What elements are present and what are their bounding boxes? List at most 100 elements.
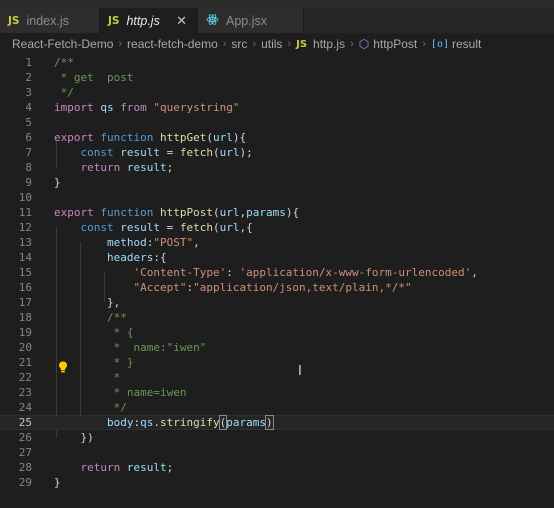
line-number: 20 <box>18 341 32 354</box>
code-text: method:"POST", <box>54 235 200 250</box>
code-line[interactable]: 11 export function httpPost(url,params){ <box>0 205 554 220</box>
code-line[interactable]: 15 'Content-Type': 'application/x-www-fo… <box>0 265 554 280</box>
code-token: method <box>106 236 147 249</box>
code-text: * get post <box>54 70 134 85</box>
code-token: * { <box>113 326 134 339</box>
code-line[interactable]: 10 <box>0 190 554 205</box>
breadcrumb-item[interactable]: http.js <box>313 37 345 51</box>
breadcrumb: React-Fetch-Demo › react-fetch-demo › sr… <box>0 33 554 55</box>
code-line[interactable]: 29} <box>0 475 554 490</box>
line-number: 13 <box>18 236 32 249</box>
code-token: ( <box>206 131 213 144</box>
code-line[interactable]: 12 const result = fetch(url,{ <box>0 220 554 235</box>
code-line[interactable]: 24 */ <box>0 400 554 415</box>
code-token: ){ <box>232 131 247 144</box>
text-cursor-icon: I <box>298 364 302 379</box>
code-token: * name:"iwen" <box>113 341 207 354</box>
js-file-icon: JS <box>8 14 20 27</box>
code-line[interactable]: 25 body:qs.stringify(params) <box>0 415 554 430</box>
code-line[interactable]: 2 * get post <box>0 70 554 85</box>
code-token: function <box>100 206 154 219</box>
lightbulb-icon[interactable] <box>58 361 68 373</box>
chevron-right-icon: › <box>222 38 227 50</box>
code-text: /** <box>54 310 127 325</box>
tab-index-js[interactable]: JS index.js <box>0 8 100 33</box>
code-line[interactable]: 21 * } <box>0 355 554 370</box>
code-text: export function httpPost(url,params){ <box>54 205 299 220</box>
line-number: 11 <box>18 206 32 219</box>
code-token: qs <box>100 101 114 114</box>
breadcrumb-item[interactable]: React-Fetch-Demo <box>12 37 113 51</box>
breadcrumb-item[interactable]: httpPost <box>373 37 417 51</box>
line-number: 10 <box>18 191 32 204</box>
code-text: headers:{ <box>54 250 167 265</box>
code-line[interactable]: 8 return result; <box>0 160 554 175</box>
code-line[interactable]: 20 * name:"iwen" <box>0 340 554 355</box>
line-number: 12 <box>18 221 32 234</box>
breadcrumb-item[interactable]: utils <box>261 37 282 51</box>
code-token: = <box>160 221 180 234</box>
code-line[interactable]: 28 return result; <box>0 460 554 475</box>
tab-app-jsx[interactable]: App.jsx <box>198 8 304 33</box>
line-number: 18 <box>18 311 32 324</box>
code-line[interactable]: 14 headers:{ <box>0 250 554 265</box>
code-line[interactable]: 7 const result = fetch(url); <box>0 145 554 160</box>
breadcrumb-item[interactable]: src <box>231 37 247 51</box>
js-file-icon: JS <box>108 14 120 27</box>
js-file-icon: JS <box>296 38 308 50</box>
code-token: } <box>54 476 61 489</box>
code-token: * } <box>113 356 134 369</box>
code-line[interactable]: 3 */ <box>0 85 554 100</box>
tab-bar-empty-space <box>304 8 554 33</box>
code-token: ( <box>213 221 220 234</box>
code-line[interactable]: 1 /** <box>0 55 554 70</box>
code-line[interactable]: 16 "Accept":"application/json,text/plain… <box>0 280 554 295</box>
code-token: qs <box>140 416 154 429</box>
code-text: return result; <box>54 460 174 475</box>
code-text: } <box>54 175 61 190</box>
line-number: 16 <box>18 281 32 294</box>
code-line[interactable]: 22 * <box>0 370 554 385</box>
code-line[interactable]: 26 }) <box>0 430 554 445</box>
code-token: /** <box>106 311 127 324</box>
line-number: 22 <box>18 371 32 384</box>
code-token: const <box>80 221 114 234</box>
code-token: = <box>160 146 180 159</box>
code-editor[interactable]: 1/** 2 * get post 3 */4 import qs from "que… <box>0 54 554 508</box>
code-line[interactable]: 13 method:"POST", <box>0 235 554 250</box>
close-icon[interactable]: ✕ <box>176 13 187 29</box>
line-number: 29 <box>18 476 32 489</box>
code-line[interactable]: 5 <box>0 115 554 130</box>
code-line[interactable]: 4 import qs from "querystring" <box>0 100 554 115</box>
code-token: httpPost <box>159 206 213 219</box>
code-line[interactable]: 18 /** <box>0 310 554 325</box>
code-line[interactable]: 17 }, <box>0 295 554 310</box>
code-line[interactable]: 27 <box>0 445 554 460</box>
code-token: */ <box>113 401 127 414</box>
breadcrumb-item[interactable]: result <box>452 37 481 51</box>
symbol-method-icon: ⬡ <box>358 37 370 51</box>
code-token: fetch <box>179 221 213 234</box>
code-text: } <box>54 475 61 490</box>
code-line[interactable]: 19 * { <box>0 325 554 340</box>
code-line[interactable]: 9} <box>0 175 554 190</box>
code-token: export <box>54 206 94 219</box>
code-token: params <box>226 416 266 429</box>
chevron-right-icon: › <box>287 38 292 50</box>
code-token: httpGet <box>159 131 207 144</box>
tab-http-js[interactable]: JS http.js ✕ <box>100 8 198 33</box>
code-token: ; <box>166 161 174 174</box>
code-token: , <box>193 236 200 249</box>
code-line[interactable]: 6 export function httpGet(url){ <box>0 130 554 145</box>
breadcrumb-item[interactable]: react-fetch-demo <box>127 37 218 51</box>
code-token: function <box>100 131 154 144</box>
code-token: . <box>153 416 160 429</box>
code-text: */ <box>54 85 74 100</box>
code-line[interactable]: 23 * name=iwen <box>0 385 554 400</box>
